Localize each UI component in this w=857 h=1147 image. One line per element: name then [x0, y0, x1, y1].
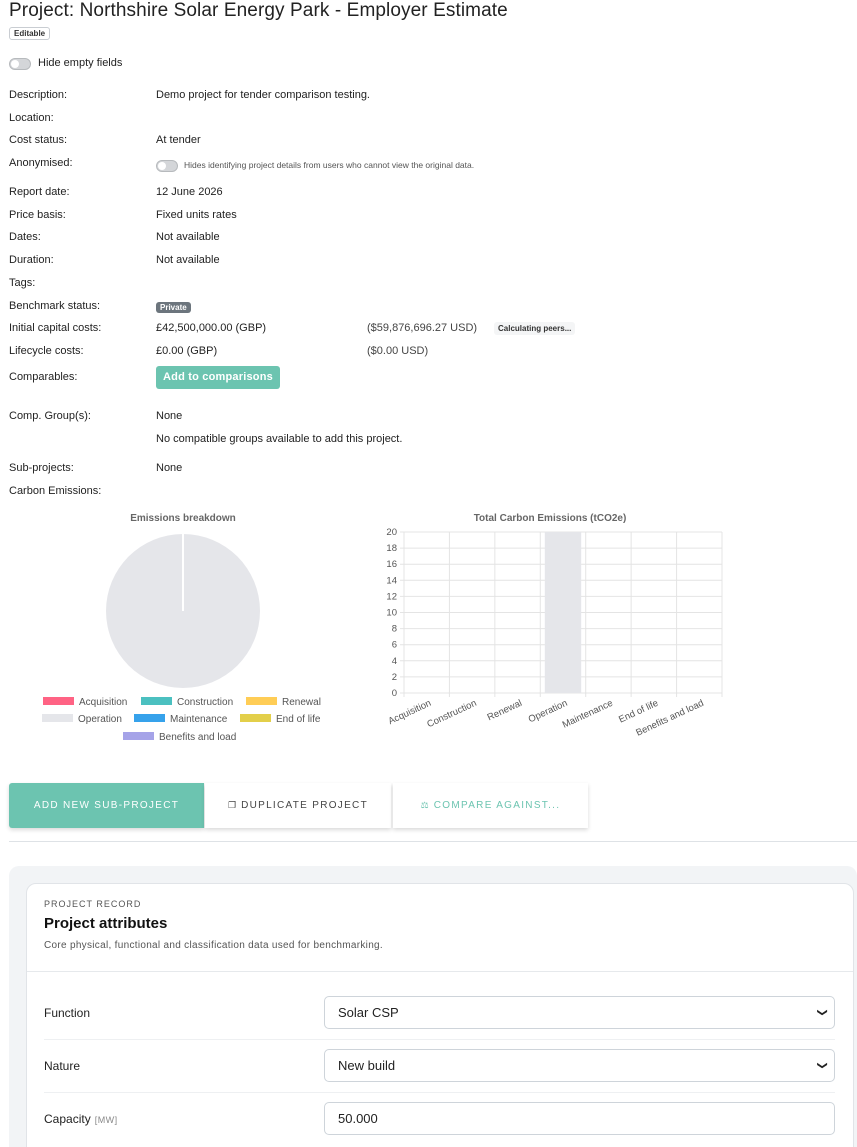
y-tick-label: 14: [386, 575, 397, 586]
x-tick-label: Maintenance: [561, 698, 615, 731]
nature-select[interactable]: New build ❯: [324, 1049, 835, 1082]
calculating-peers-badge: Calculating peers...: [494, 322, 576, 335]
cost-status-value: At tender: [156, 134, 201, 146]
y-tick-label: 18: [386, 543, 397, 554]
cost-status-label: Cost status:: [9, 134, 68, 146]
field-divider: [44, 1092, 835, 1093]
function-select[interactable]: Solar CSP ❯: [324, 996, 835, 1029]
subprojects-label: Sub-projects:: [9, 462, 74, 474]
page-title: Project: Northshire Solar Energy Park - …: [9, 0, 508, 21]
card-eyebrow: PROJECT RECORD: [44, 899, 142, 909]
pie-title: Emissions breakdown: [130, 513, 236, 524]
y-tick-label: 8: [392, 624, 397, 635]
price-basis-value: Fixed units rates: [156, 209, 237, 221]
initial-capital-costs-value: £42,500,000.00 (GBP): [156, 322, 267, 334]
lifecycle-costs-label: Lifecycle costs:: [9, 345, 84, 357]
anonymised-hint: Hides identifying project details from u…: [184, 160, 475, 170]
anonymised-label: Anonymised:: [9, 157, 73, 169]
subprojects-value: None: [156, 462, 183, 474]
dates-value: Not available: [156, 231, 220, 243]
add-to-comparisons-button[interactable]: Add to comparisons: [156, 366, 280, 389]
compare-against-label: COMPARE AGAINST...: [433, 800, 561, 811]
y-tick-label: 4: [392, 656, 397, 667]
location-label: Location:: [9, 112, 54, 124]
capacity-value: 50.000: [338, 1111, 378, 1126]
chevron-down-icon: ❯: [816, 1061, 828, 1070]
initial-capital-costs-usd: ($59,876,696.27 USD): [367, 322, 478, 334]
compare-against-button[interactable]: ⚖ COMPARE AGAINST...: [393, 783, 588, 828]
y-tick-label: 12: [386, 591, 397, 602]
comp-group-value: None: [156, 410, 183, 422]
chevron-down-icon: ❯: [816, 1008, 828, 1017]
capacity-input[interactable]: 50.000: [324, 1102, 835, 1135]
hide-empty-toggle[interactable]: [9, 58, 31, 70]
legend-swatch: [123, 732, 154, 740]
legend-swatch: [134, 714, 165, 722]
card-subtitle: Core physical, functional and classifica…: [44, 940, 383, 951]
legend-swatch: [240, 714, 271, 722]
comparables-label: Comparables:: [9, 371, 78, 383]
tags-label: Tags:: [9, 277, 36, 289]
bar: [544, 532, 582, 693]
add-new-subproject-label: ADD NEW SUB-PROJECT: [33, 800, 180, 811]
card-title: Project attributes: [44, 915, 168, 932]
function-selected-value: Solar CSP: [338, 1005, 399, 1020]
report-date-value: 12 June 2026: [156, 186, 223, 198]
y-tick-label: 2: [392, 672, 397, 683]
comp-group-note: No compatible groups available to add th…: [156, 433, 403, 445]
lifecycle-costs-value: £0.00 (GBP): [156, 345, 218, 357]
legend-swatch: [141, 697, 172, 705]
legend-swatch: [42, 714, 73, 722]
legend-label: Operation: [78, 714, 122, 725]
duration-value: Not available: [156, 254, 220, 266]
y-tick-label: 20: [386, 527, 397, 538]
description-label: Description:: [9, 89, 68, 101]
y-tick-label: 16: [386, 559, 397, 570]
capacity-label: Capacity [MW]: [44, 1112, 118, 1126]
duplicate-project-label: DUPLICATE PROJECT: [241, 800, 368, 811]
card-divider: [27, 971, 853, 972]
editable-badge: Editable: [9, 27, 51, 40]
bar-title: Total Carbon Emissions (tCO2e): [474, 513, 627, 524]
comp-group-label: Comp. Group(s):: [9, 410, 91, 422]
initial-capital-costs-label: Initial capital costs:: [9, 322, 102, 334]
hide-empty-label: Hide empty fields: [38, 57, 123, 69]
legend-label: Benefits and load: [159, 732, 236, 743]
y-tick-label: 10: [386, 608, 397, 619]
y-tick-label: 6: [392, 640, 397, 651]
scale-icon: ⚖: [420, 800, 429, 810]
carbon-charts: Emissions breakdown Acquisition Constructi…: [42, 513, 723, 743]
legend-label: End of life: [276, 714, 321, 725]
y-tick-label: 0: [392, 688, 397, 699]
legend-label: Maintenance: [170, 714, 228, 725]
nature-selected-value: New build: [338, 1058, 396, 1073]
x-tick-label: Renewal: [486, 698, 524, 724]
report-date-label: Report date:: [9, 186, 70, 198]
description-value: Demo project for tender comparison testi…: [156, 89, 370, 101]
nature-label: Nature: [44, 1059, 81, 1073]
duplicate-project-button[interactable]: ❐ DUPLICATE PROJECT: [205, 783, 391, 828]
lifecycle-costs-usd: ($0.00 USD): [367, 345, 429, 357]
x-tick-label: Construction: [425, 698, 478, 731]
field-divider: [44, 1039, 835, 1040]
add-new-subproject-button[interactable]: ADD NEW SUB-PROJECT: [9, 783, 204, 828]
legend-label: Renewal: [282, 697, 321, 708]
legend-swatch: [246, 697, 277, 705]
capacity-unit: [MW]: [94, 1115, 118, 1125]
private-badge: Private: [156, 302, 191, 313]
capacity-label-text: Capacity: [44, 1112, 91, 1126]
legend-label: Acquisition: [79, 697, 127, 708]
anonymised-toggle[interactable]: [156, 160, 178, 172]
price-basis-label: Price basis:: [9, 209, 66, 221]
carbon-emissions-label: Carbon Emissions:: [9, 485, 102, 497]
section-divider: [9, 841, 857, 842]
legend-label: Construction: [177, 697, 233, 708]
benchmark-status-label: Benchmark status:: [9, 300, 101, 312]
duration-label: Duration:: [9, 254, 54, 266]
copy-icon: ❐: [227, 800, 237, 810]
dates-label: Dates:: [9, 231, 41, 243]
function-label: Function: [44, 1006, 91, 1020]
legend-swatch: [43, 697, 74, 705]
